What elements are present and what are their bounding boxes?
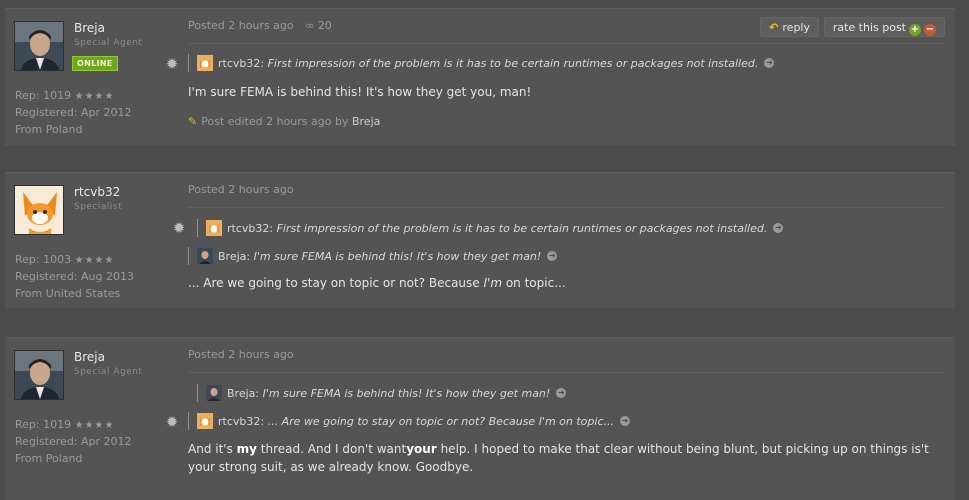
- author-registered: Registered: Aug 2013: [15, 270, 134, 283]
- rep-value: Rep: 1003: [15, 253, 72, 266]
- jump-arrow-icon[interactable]: ➜: [556, 388, 567, 398]
- post: rtcvb32 Specialist Rep: 1003 ★★★★ Regist…: [5, 172, 955, 308]
- rep-value: Rep: 1019: [15, 418, 72, 431]
- quote-avatar: [206, 220, 222, 236]
- quote-avatar: [197, 413, 213, 429]
- author-title: Specialist: [74, 202, 123, 212]
- pencil-icon: ✎: [188, 115, 198, 128]
- divider: [188, 372, 945, 373]
- quote-avatar: [206, 385, 222, 401]
- quote-line: rtcvb32: First impression of the problem…: [197, 219, 784, 237]
- avatar[interactable]: [14, 185, 64, 235]
- author-title: Special Agent: [74, 367, 143, 377]
- views-icon: ∞: [305, 19, 315, 32]
- view-count: 20: [317, 19, 332, 32]
- post-content: Posted 2 hours ago Breja: I'm sure FEMA …: [188, 338, 945, 500]
- post: Breja Special Agent Rep: 1019 ★★★★ Regis…: [5, 337, 955, 500]
- quote-user[interactable]: rtcvb32:: [218, 415, 264, 428]
- body-bold: your: [406, 442, 437, 456]
- rep-stars: ★★★★: [74, 91, 115, 102]
- divider: [188, 43, 945, 44]
- jump-arrow-icon[interactable]: ➜: [620, 416, 630, 426]
- author-location: From United States: [15, 287, 121, 300]
- reply-arrow-icon: ↶: [769, 21, 779, 34]
- post-content: Posted 2 hours ago ∞ 20 ↶ reply rate this…: [188, 9, 945, 146]
- author-title: Special Agent: [74, 38, 143, 48]
- quote-text: ... Are we going to stay on topic or not…: [267, 414, 614, 428]
- online-badge: ONLINE: [72, 56, 118, 71]
- rate-down-icon[interactable]: −: [924, 24, 936, 36]
- posted-time: Posted 2 hours ago ∞ 20: [188, 19, 332, 32]
- author-name[interactable]: Breja: [74, 350, 105, 364]
- author-registered: Registered: Apr 2012: [15, 435, 132, 448]
- quote-line: rtcvb32: ... Are we going to stay on top…: [188, 412, 630, 430]
- author-location: From Poland: [15, 452, 83, 465]
- quote-user[interactable]: Breja:: [218, 250, 250, 263]
- reply-button[interactable]: ↶ reply: [760, 17, 819, 37]
- quote-text: First impression of the problem is it ha…: [276, 221, 768, 235]
- gear-icon[interactable]: ✹: [164, 414, 180, 430]
- post-body: And it's my thread. And I don't wantyour…: [188, 440, 945, 476]
- rep-value: Rep: 1019: [15, 89, 72, 102]
- posted-time: Posted 2 hours ago: [188, 348, 294, 361]
- rep-stars: ★★★★: [74, 255, 115, 266]
- body-segment: on topic...: [502, 276, 566, 290]
- quote-user[interactable]: rtcvb32:: [227, 222, 273, 235]
- body-segment: ... Are we going to stay on topic or not…: [188, 276, 484, 290]
- post-body: I'm sure FEMA is behind this! It's how t…: [188, 85, 532, 99]
- author-location: From Poland: [15, 123, 83, 136]
- edit-note-text: Post edited 2 hours ago by: [201, 115, 349, 128]
- body-segment: And it's: [188, 442, 237, 456]
- post-body: ... Are we going to stay on topic or not…: [188, 276, 566, 290]
- body-emphasis: I'm: [483, 276, 503, 290]
- jump-arrow-icon[interactable]: ➜: [764, 58, 775, 68]
- quote-text: I'm sure FEMA is behind this! It's how t…: [253, 249, 542, 263]
- quote-line: rtcvb32: First impression of the problem…: [188, 54, 775, 72]
- author-rep: Rep: 1019 ★★★★: [15, 418, 114, 431]
- rate-post-button[interactable]: rate this post + −: [823, 17, 945, 37]
- quote-user[interactable]: Breja:: [227, 387, 259, 400]
- avatar[interactable]: [14, 350, 64, 400]
- quote-text: I'm sure FEMA is behind this! It's how t…: [262, 386, 551, 400]
- gear-icon[interactable]: ✹: [164, 56, 180, 72]
- quote-user[interactable]: rtcvb32:: [218, 57, 264, 70]
- author-rep: Rep: 1019 ★★★★: [15, 89, 114, 102]
- reply-label: reply: [782, 21, 810, 34]
- quote-avatar: [197, 248, 213, 264]
- rate-label: rate this post: [832, 21, 906, 34]
- author-rep: Rep: 1003 ★★★★: [15, 253, 114, 266]
- avatar[interactable]: [14, 21, 64, 71]
- posted-time: Posted 2 hours ago: [188, 183, 294, 196]
- quote-line: Breja: I'm sure FEMA is behind this! It'…: [197, 384, 567, 402]
- body-segment: thread. And I don't want: [256, 442, 407, 456]
- divider: [188, 207, 945, 208]
- body-bold: my: [236, 442, 257, 456]
- author-name[interactable]: Breja: [74, 21, 105, 35]
- rep-stars: ★★★★: [74, 420, 115, 431]
- edit-note: ✎ Post edited 2 hours ago by Breja: [188, 115, 380, 128]
- post: Breja Special Agent ONLINE Rep: 1019 ★★★…: [5, 8, 955, 146]
- author-name[interactable]: rtcvb32: [74, 185, 120, 199]
- quote-line: Breja: I'm sure FEMA is behind this! It'…: [188, 247, 558, 265]
- jump-arrow-icon[interactable]: ➜: [773, 223, 784, 233]
- quote-text: First impression of the problem is it ha…: [267, 56, 759, 70]
- posted-label: Posted 2 hours ago: [188, 19, 294, 32]
- gear-icon[interactable]: ✹: [171, 220, 187, 236]
- quote-avatar: [197, 55, 213, 71]
- rate-up-icon[interactable]: +: [909, 24, 921, 36]
- post-content: Posted 2 hours ago rtcvb32: First impres…: [188, 173, 945, 308]
- author-registered: Registered: Apr 2012: [15, 106, 132, 119]
- jump-arrow-icon[interactable]: ➜: [547, 251, 558, 261]
- edited-by-user[interactable]: Breja: [352, 115, 380, 128]
